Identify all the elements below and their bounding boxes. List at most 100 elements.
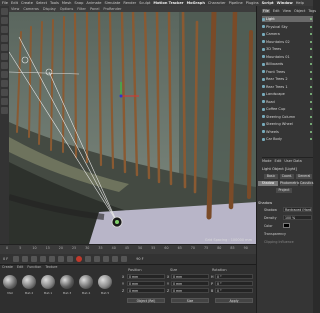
tab-project[interactable]: Project: [276, 188, 292, 193]
object-row[interactable]: Coffee Cup: [262, 106, 313, 112]
material-swatch[interactable]: [98, 275, 112, 289]
tab-coord[interactable]: Coord.: [280, 174, 294, 179]
material-menu-edit[interactable]: Edit: [17, 265, 23, 269]
size-y-field[interactable]: 0 mm: [171, 281, 209, 286]
menu-edit[interactable]: Edit: [11, 1, 18, 5]
size-mode-dropdown[interactable]: Size: [171, 298, 209, 303]
object-row[interactable]: Rear Trees 2: [262, 76, 313, 82]
menu-motion-tracker[interactable]: Motion Tracker: [153, 1, 183, 5]
tab-photometric[interactable]: Photometric: [280, 181, 299, 186]
rotation-h-field[interactable]: 0 °: [215, 274, 253, 279]
visibility-dot-icon[interactable]: [310, 130, 312, 133]
workplane-icon[interactable]: [1, 35, 8, 42]
menu-character[interactable]: Character: [208, 1, 226, 5]
position-z-field[interactable]: 0 mm: [127, 288, 165, 293]
play-icon[interactable]: [40, 256, 47, 262]
object-row[interactable]: Mountains 02: [262, 39, 313, 45]
menu-file[interactable]: File: [2, 1, 8, 5]
tab-general[interactable]: General: [296, 174, 312, 179]
viewport-menu-filter[interactable]: Filter: [77, 7, 86, 11]
menu-help[interactable]: Help: [296, 1, 304, 5]
shadow-color-swatch[interactable]: [283, 223, 290, 228]
frame-end-field[interactable]: 90 F: [136, 257, 143, 261]
material-menu-texture[interactable]: Texture: [45, 265, 57, 269]
lock-workplane-icon[interactable]: [1, 98, 8, 105]
menu-select[interactable]: Select: [36, 1, 47, 5]
object-row[interactable]: Wheels: [262, 129, 313, 135]
material-swatch[interactable]: [60, 275, 74, 289]
object-manager-tab-tags[interactable]: Tags: [308, 9, 316, 13]
menu-pipeline[interactable]: Pipeline: [229, 1, 243, 5]
shadow-type-dropdown[interactable]: Raytraced (Hard): [283, 207, 312, 212]
object-row[interactable]: Front Trees: [262, 69, 313, 75]
position-y-field[interactable]: 0 mm: [127, 281, 165, 286]
object-row[interactable]: Road: [262, 99, 313, 105]
visibility-dot-icon[interactable]: [310, 138, 312, 140]
visibility-dot-icon[interactable]: [310, 48, 312, 50]
visibility-dot-icon[interactable]: [310, 25, 312, 28]
enable-axis-icon[interactable]: [1, 71, 8, 78]
object-row[interactable]: Steering Column: [262, 114, 313, 120]
rotation-p-field[interactable]: 0 °: [215, 281, 253, 286]
edges-mode-icon[interactable]: [1, 53, 8, 60]
points-mode-icon[interactable]: [1, 44, 8, 51]
planar-workplane-icon[interactable]: [1, 107, 8, 114]
menu-render[interactable]: Render: [123, 1, 136, 5]
position-key-icon[interactable]: [103, 256, 110, 262]
3d-viewport[interactable]: Grid Spacing : 100000 mm: [9, 12, 256, 244]
viewport-menu-prorender[interactable]: ProRender: [103, 7, 121, 11]
previous-frame-icon[interactable]: [31, 256, 38, 262]
keyframe-selection-icon[interactable]: [94, 256, 101, 262]
size-x-field[interactable]: 0 mm: [171, 274, 209, 279]
visibility-dot-icon[interactable]: [310, 63, 312, 65]
menu-sculpt[interactable]: Sculpt: [139, 1, 150, 5]
visibility-dot-icon[interactable]: [310, 115, 312, 118]
visibility-dot-icon[interactable]: [310, 123, 312, 125]
menu-snap[interactable]: Snap: [74, 1, 83, 5]
position-x-field[interactable]: 0 mm: [127, 274, 165, 279]
go-to-start-icon[interactable]: [13, 256, 20, 262]
texture-mode-icon[interactable]: [1, 26, 8, 33]
menu-animate[interactable]: Animate: [86, 1, 101, 5]
coordinate-mode-dropdown[interactable]: Object (Rel): [127, 298, 165, 303]
snap-icon[interactable]: [1, 89, 8, 96]
tab-shadow[interactable]: Shadow: [258, 181, 278, 186]
viewport-menu-display[interactable]: Display: [43, 7, 56, 11]
visibility-dot-icon[interactable]: [310, 85, 312, 88]
attribute-menu-user-data[interactable]: User Data: [284, 159, 301, 163]
previous-key-icon[interactable]: [22, 256, 29, 262]
apply-button[interactable]: Apply: [215, 298, 253, 303]
object-row[interactable]: Mountains 01: [262, 54, 313, 60]
attribute-menu-mode[interactable]: Mode: [262, 159, 272, 163]
rotation-b-field[interactable]: 0 °: [215, 288, 253, 293]
material-swatch[interactable]: [3, 275, 17, 289]
polygons-mode-icon[interactable]: [1, 62, 8, 69]
object-row[interactable]: Landscape: [262, 91, 313, 97]
timeline-ruler[interactable]: 0 5 10 15 20 25 30 35 40 45 50 55 60 65 70 75 80 85 90: [0, 244, 256, 254]
viewport-menu-panel[interactable]: Panel: [90, 7, 99, 11]
object-row[interactable]: Car Body: [262, 136, 313, 142]
material-menu-create[interactable]: Create: [2, 265, 13, 269]
tab-basic[interactable]: Basic: [264, 174, 278, 179]
rotation-key-icon[interactable]: [121, 256, 128, 262]
frame-start-field[interactable]: 0 F: [3, 257, 8, 261]
menu-create[interactable]: Create: [21, 1, 33, 5]
visibility-dot-icon[interactable]: [310, 100, 312, 103]
material-swatch[interactable]: [22, 275, 36, 289]
menu-mesh[interactable]: Mesh: [62, 1, 71, 5]
menu-simulate[interactable]: Simulate: [104, 1, 120, 5]
object-manager-tab-file[interactable]: File: [262, 9, 270, 13]
scale-key-icon[interactable]: [112, 256, 119, 262]
menu-plugins[interactable]: Plugins: [246, 1, 259, 5]
visibility-dot-icon[interactable]: [310, 78, 312, 80]
visibility-dot-icon[interactable]: [310, 33, 312, 35]
visibility-dot-icon[interactable]: [310, 18, 312, 20]
viewport-menu-cameras[interactable]: Cameras: [23, 7, 39, 11]
visibility-dot-icon[interactable]: [310, 70, 312, 73]
object-manager-tab-object[interactable]: Object: [294, 9, 305, 13]
size-z-field[interactable]: 0 mm: [171, 288, 209, 293]
object-manager-tab-edit[interactable]: Edit: [273, 9, 280, 13]
object-row[interactable]: Billboards: [262, 61, 313, 67]
object-manager-tab-view[interactable]: View: [283, 9, 291, 13]
visibility-dot-icon[interactable]: [310, 108, 312, 110]
